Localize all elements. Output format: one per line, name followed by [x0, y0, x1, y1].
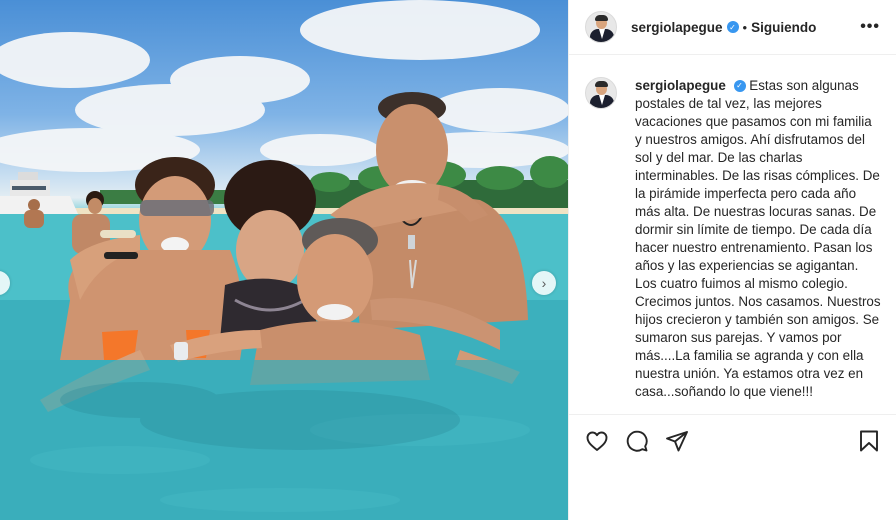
separator: •: [742, 19, 748, 35]
following-button[interactable]: Siguiendo: [751, 20, 816, 35]
share-icon: [666, 430, 688, 451]
carousel-next-button[interactable]: ›: [532, 271, 556, 295]
comment-button[interactable]: [625, 429, 649, 453]
verified-icon: ✓: [726, 21, 739, 33]
more-options-icon[interactable]: •••: [860, 18, 880, 36]
beach-photo-illustration: [0, 0, 568, 520]
share-button[interactable]: [665, 429, 689, 453]
verified-icon: ✓: [733, 80, 746, 93]
like-button[interactable]: [585, 429, 609, 453]
heart-icon: [586, 431, 608, 451]
avatar[interactable]: [585, 11, 617, 43]
post-header: sergiolapegue ✓ • Siguiendo •••: [569, 0, 896, 55]
post-side-panel: sergiolapegue ✓ • Siguiendo ••• sergiola…: [568, 0, 896, 520]
post-photo[interactable]: ‹ ›: [0, 0, 568, 520]
caption-username[interactable]: sergiolapegue: [635, 78, 726, 93]
action-bar: [569, 414, 896, 466]
caption-text-block: sergiolapegue ✓ Estas son algunas postal…: [635, 77, 881, 414]
caption-avatar[interactable]: [585, 77, 617, 109]
caption-text: Estas son algunas postales de tal vez, l…: [635, 78, 881, 399]
header-username[interactable]: sergiolapegue: [631, 20, 723, 35]
caption-section: sergiolapegue ✓ Estas son algunas postal…: [569, 56, 896, 414]
save-button[interactable]: [857, 429, 881, 453]
comment-icon: [626, 430, 648, 452]
bookmark-icon: [860, 430, 878, 451]
